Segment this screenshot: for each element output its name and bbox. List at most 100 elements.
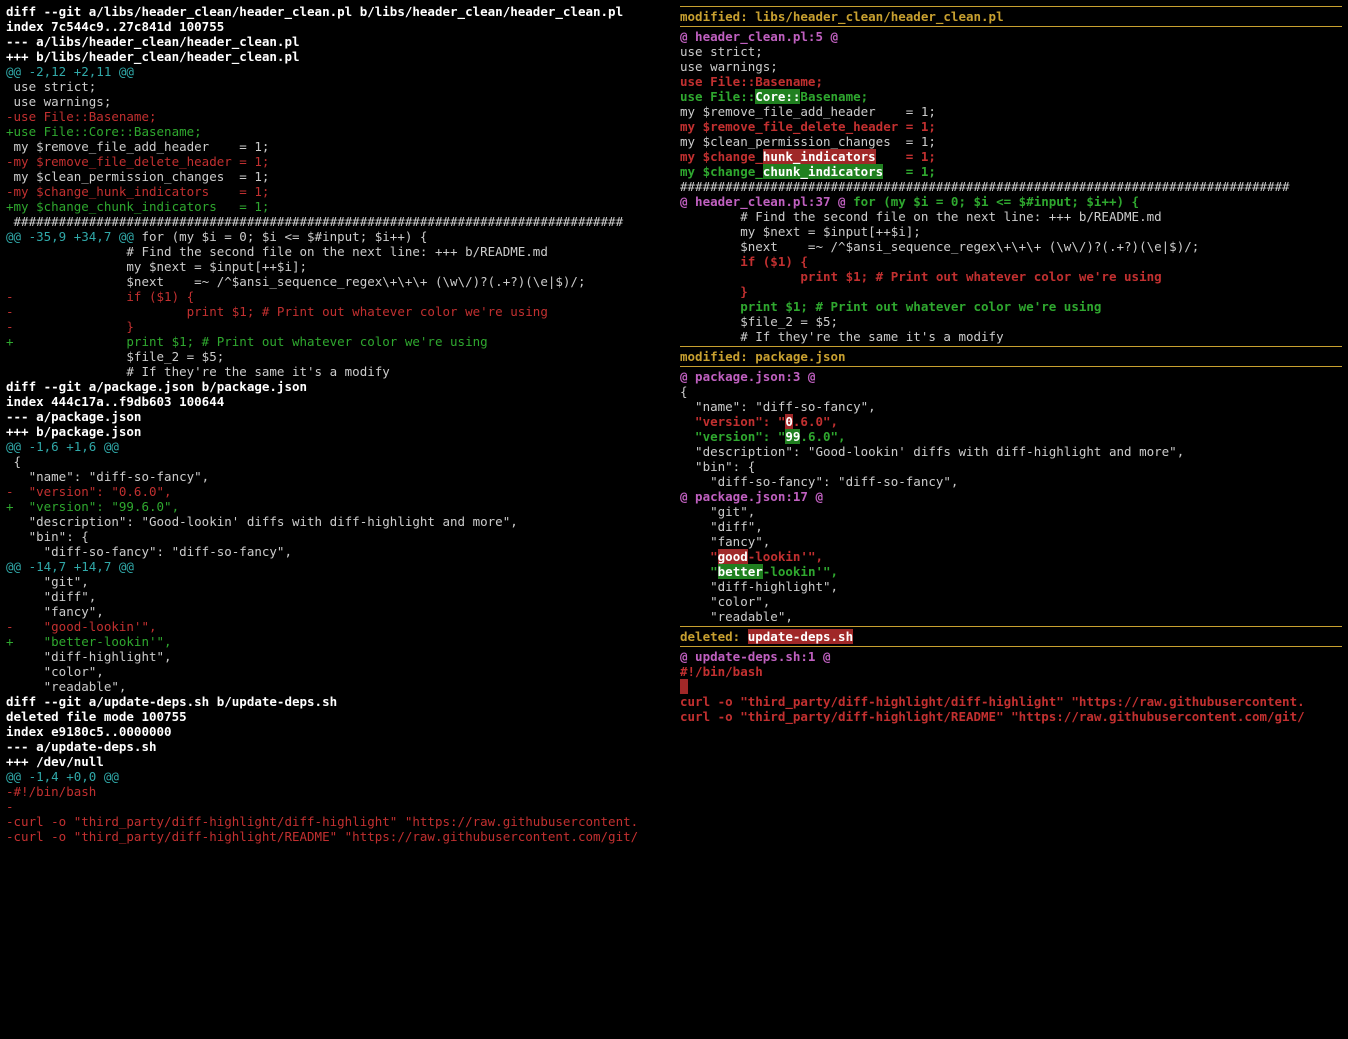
diff-segment: good — [718, 549, 748, 564]
diff-line: @ package.json:3 @ — [680, 369, 1342, 384]
diff-line: +++ b/libs/header_clean/header_clean.pl — [6, 49, 668, 64]
diff-line: #!/bin/bash — [680, 664, 1342, 679]
diff-line: $next =~ /^$ansi_sequence_regex\+\+\+ (\… — [680, 239, 1342, 254]
diff-line: + "better-lookin'", — [6, 634, 668, 649]
diff-line: ########################################… — [6, 214, 668, 229]
diff-line: + "version": "99.6.0", — [6, 499, 668, 514]
section-rule — [680, 366, 1342, 367]
diff-line: if ($1) { — [680, 254, 1342, 269]
diff-segment: for (my $i = 0; $i <= $#input; $i++) { — [853, 194, 1139, 209]
diff-line: -use File::Basename; — [6, 109, 668, 124]
diff-line: --- a/package.json — [6, 409, 668, 424]
diff-line: use strict; — [6, 79, 668, 94]
diff-line: -my $change_hunk_indicators = 1; — [6, 184, 668, 199]
diff-line: "description": "Good-lookin' diffs with … — [680, 444, 1342, 459]
diff-line: "bin": { — [680, 459, 1342, 474]
diff-line: "diff-highlight", — [6, 649, 668, 664]
diff-line: @ header_clean.pl:5 @ — [680, 29, 1342, 44]
diff-line: my $remove_file_add_header = 1; — [680, 104, 1342, 119]
diff-line: "diff-so-fancy": "diff-so-fancy", — [6, 544, 668, 559]
diff-line: deleted: update-deps.sh — [680, 629, 1342, 644]
diff-line: my $clean_permission_changes = 1; — [680, 134, 1342, 149]
diff-segment: for (my $i = 0; $i <= $#input; $i++) { — [134, 229, 428, 244]
diff-line: -#!/bin/bash — [6, 784, 668, 799]
diff-segment: update-deps.sh — [748, 629, 853, 644]
diff-segment: = 1; — [883, 164, 936, 179]
diff-line: my $remove_file_delete_header = 1; — [680, 119, 1342, 134]
diff-line: +++ /dev/null — [6, 754, 668, 769]
diff-line: - — [6, 799, 668, 814]
diff-segment: @ header_clean.pl:37 @ — [680, 194, 853, 209]
diff-line: @ package.json:17 @ — [680, 489, 1342, 504]
diff-segment: @@ -35,9 +34,7 @@ — [6, 229, 134, 244]
diff-segment: Core:: — [755, 89, 800, 104]
diff-line — [680, 679, 1342, 694]
diff-line: @@ -14,7 +14,7 @@ — [6, 559, 668, 574]
diff-line: - if ($1) { — [6, 289, 668, 304]
diff-line: +use File::Core::Basename; — [6, 124, 668, 139]
diff-line: @@ -35,9 +34,7 @@ for (my $i = 0; $i <= … — [6, 229, 668, 244]
diff-line: deleted file mode 100755 — [6, 709, 668, 724]
diff-line: # Find the second file on the next line:… — [680, 209, 1342, 224]
section-rule — [680, 346, 1342, 347]
diff-segment: -lookin'", — [748, 549, 823, 564]
diff-line: print $1; # Print out whatever color we'… — [680, 299, 1342, 314]
diff-line: # Find the second file on the next line:… — [6, 244, 668, 259]
diff-line: "diff", — [6, 589, 668, 604]
diff-line: -curl -o "third_party/diff-highlight/dif… — [6, 814, 668, 829]
section-rule — [680, 646, 1342, 647]
diff-line: "diff", — [680, 519, 1342, 534]
diff-line: print $1; # Print out whatever color we'… — [680, 269, 1342, 284]
diff-segment: Basename; — [800, 89, 868, 104]
diff-line: # If they're the same it's a modify — [6, 364, 668, 379]
diff-line: my $next = $input[++$i]; — [680, 224, 1342, 239]
diff-line: curl -o "third_party/diff-highlight/READ… — [680, 709, 1342, 724]
diff-line: "fancy", — [6, 604, 668, 619]
diff-line: @@ -1,4 +0,0 @@ — [6, 769, 668, 784]
diff-segment: -lookin'", — [763, 564, 838, 579]
diff-segment: = 1; — [876, 149, 936, 164]
diff-line: } — [680, 284, 1342, 299]
diff-line: +my $change_chunk_indicators = 1; — [6, 199, 668, 214]
diff-line: "version": "0.6.0", — [680, 414, 1342, 429]
diff-line: diff --git a/package.json b/package.json — [6, 379, 668, 394]
diff-line: "git", — [680, 504, 1342, 519]
diff-line: my $remove_file_add_header = 1; — [6, 139, 668, 154]
diff-line: @@ -1,6 +1,6 @@ — [6, 439, 668, 454]
diff-segment: my $change_ — [680, 149, 763, 164]
diff-line: use File::Core::Basename; — [680, 89, 1342, 104]
diff-line: "good-lookin'", — [680, 549, 1342, 564]
diff-line: - "good-lookin'", — [6, 619, 668, 634]
diff-line: { — [6, 454, 668, 469]
diff-segment: .6.0", — [800, 429, 845, 444]
diff-line: use strict; — [680, 44, 1342, 59]
diff-line: $file_2 = $5; — [680, 314, 1342, 329]
right-pane-fancy-diff: modified: libs/header_clean/header_clean… — [674, 0, 1348, 1039]
diff-line: "description": "Good-lookin' diffs with … — [6, 514, 668, 529]
diff-line: my $next = $input[++$i]; — [6, 259, 668, 274]
diff-line: use warnings; — [680, 59, 1342, 74]
diff-line: diff --git a/update-deps.sh b/update-dep… — [6, 694, 668, 709]
diff-line: { — [680, 384, 1342, 399]
diff-line: modified: libs/header_clean/header_clean… — [680, 9, 1342, 24]
diff-line: "color", — [6, 664, 668, 679]
section-rule — [680, 626, 1342, 627]
diff-line: $next =~ /^$ansi_sequence_regex\+\+\+ (\… — [6, 274, 668, 289]
section-rule — [680, 6, 1342, 7]
diff-line: "fancy", — [680, 534, 1342, 549]
diff-line: index 7c544c9..27c841d 100755 — [6, 19, 668, 34]
diff-line: - } — [6, 319, 668, 334]
diff-line: @ header_clean.pl:37 @ for (my $i = 0; $… — [680, 194, 1342, 209]
diff-line: use warnings; — [6, 94, 668, 109]
diff-line: "bin": { — [6, 529, 668, 544]
diff-segment: " — [680, 549, 718, 564]
diff-segment: 99 — [785, 429, 800, 444]
diff-line: "git", — [6, 574, 668, 589]
diff-line: "diff-so-fancy": "diff-so-fancy", — [680, 474, 1342, 489]
diff-segment: chunk_indicators — [763, 164, 883, 179]
diff-line: diff --git a/libs/header_clean/header_cl… — [6, 4, 668, 19]
diff-line: +++ b/package.json — [6, 424, 668, 439]
left-pane-vanilla-diff: diff --git a/libs/header_clean/header_cl… — [0, 0, 674, 1039]
diff-line: use File::Basename; — [680, 74, 1342, 89]
diff-line: curl -o "third_party/diff-highlight/diff… — [680, 694, 1342, 709]
